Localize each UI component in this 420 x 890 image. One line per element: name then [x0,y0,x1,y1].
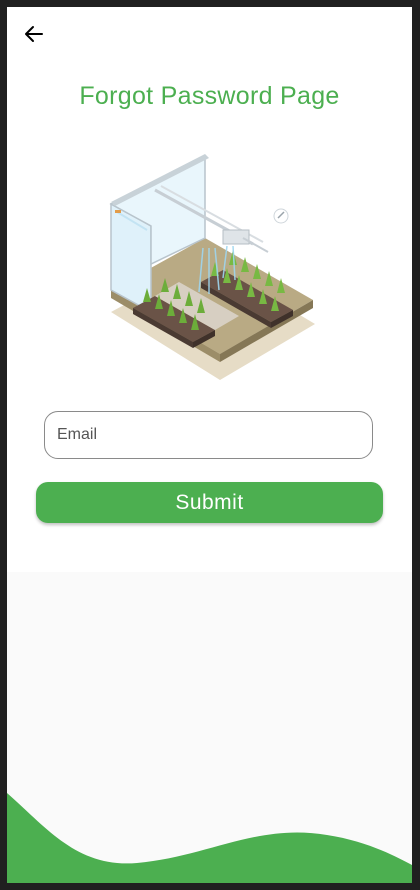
back-button[interactable] [21,21,47,47]
arrow-left-icon [25,26,43,42]
bottom-wave-decoration [7,793,412,883]
greenhouse-illustration [103,152,323,387]
app-screen: Forgot Password Page Email Submit [7,7,412,883]
email-input[interactable] [45,412,372,458]
page-title: Forgot Password Page [79,82,340,110]
email-field[interactable] [44,411,373,459]
submit-button[interactable]: Submit [36,482,383,523]
